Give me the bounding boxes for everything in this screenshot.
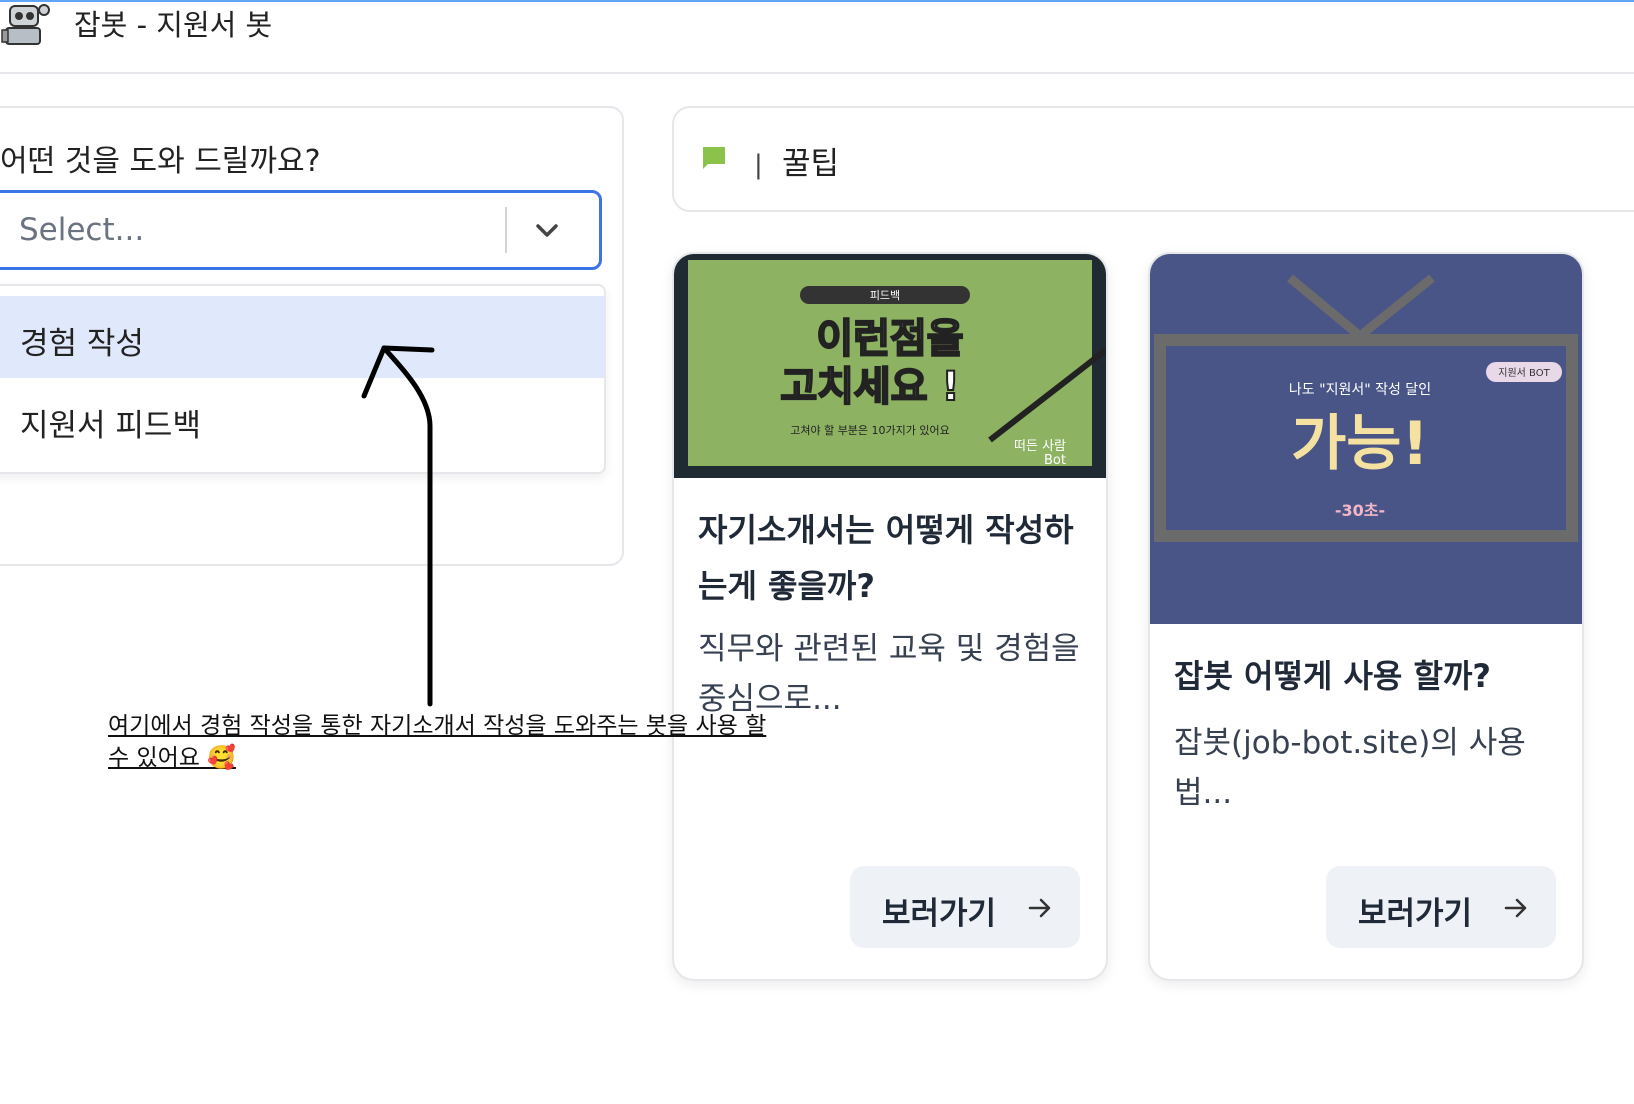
thumb-tag: 피드백: [870, 289, 900, 302]
thumb-headline-line1: 이런점을: [816, 316, 963, 362]
view-more-button[interactable]: 보러가기: [1326, 866, 1556, 948]
card-description: 직무와 관련된 교육 및 경험을 중심으로...: [698, 631, 1080, 717]
chat-bubble-icon: [703, 147, 725, 169]
app-header: 잡봇 - 지원서 봇: [0, 0, 1634, 74]
card-description: 잡봇(job-bot.site)의 사용법...: [1174, 725, 1526, 811]
arrow-right-icon: [1028, 898, 1051, 918]
thumb-subtext: 고쳐야 할 부분은 10가지가 있어요: [790, 424, 950, 437]
tip-card-how-to-use[interactable]: 지원서 BOT 나도 "지원서" 작성 달인 가능! -30초- 잡봇 어떻게 …: [1148, 252, 1584, 981]
app-title: 잡봇 - 지원서 봇: [74, 8, 273, 42]
select-placeholder: Select...: [19, 212, 145, 248]
option-application-feedback[interactable]: 지원서 피드백: [0, 378, 604, 460]
thumb-headline-line2: 고치세요 !: [780, 364, 959, 410]
tips-title: 꿀팁: [782, 146, 840, 182]
thumb-signature-1: 떠든 사람: [1014, 439, 1066, 454]
thumb-signature-2: Bot: [1044, 453, 1066, 468]
card-thumbnail-image: 피드백 이런점을 고치세요 ! 고쳐야 할 부분은 10가지가 있어요 떠든 사…: [674, 254, 1106, 478]
card-title: 자기소개서는 어떻게 작성하는게 좋을까?: [698, 511, 1074, 605]
card-title: 잡봇 어떻게 사용 할까?: [1174, 657, 1491, 695]
option-label: 경험 작성: [20, 326, 144, 362]
view-more-button[interactable]: 보러가기: [850, 866, 1080, 948]
tips-divider: |: [754, 150, 763, 180]
select-dropdown-menu: 경험 작성 지원서 피드백: [0, 284, 606, 474]
option-experience-writing[interactable]: 경험 작성: [0, 296, 604, 378]
thumb-tag: 지원서 BOT: [1498, 367, 1550, 379]
view-more-label: 보러가기: [882, 896, 997, 932]
annotation-text: 여기에서 경험 작성을 통한 자기소개서 작성을 도와주는 봇을 사용 할 수 …: [108, 713, 767, 771]
select-separator: [505, 207, 507, 253]
annotation-arrow: [361, 345, 435, 707]
view-more-label: 보러가기: [1358, 896, 1473, 932]
thumb-subtext: -30초-: [1335, 501, 1385, 520]
robot-icon: [1, 4, 50, 45]
task-select[interactable]: Select...: [0, 190, 602, 270]
tip-card-cover-letter[interactable]: 피드백 이런점을 고치세요 ! 고쳐야 할 부분은 10가지가 있어요 떠든 사…: [672, 252, 1108, 981]
option-label: 지원서 피드백: [20, 408, 201, 444]
question-label: 어떤 것을 도와 드릴까요?: [0, 144, 321, 179]
thumb-headline: 가능!: [1291, 409, 1429, 479]
arrow-right-icon: [1504, 898, 1527, 918]
card-thumbnail-image: 지원서 BOT 나도 "지원서" 작성 달인 가능! -30초-: [1150, 254, 1582, 624]
chevron-down-icon[interactable]: [529, 213, 565, 249]
thumb-caption: 나도 "지원서" 작성 달인: [1289, 382, 1431, 398]
